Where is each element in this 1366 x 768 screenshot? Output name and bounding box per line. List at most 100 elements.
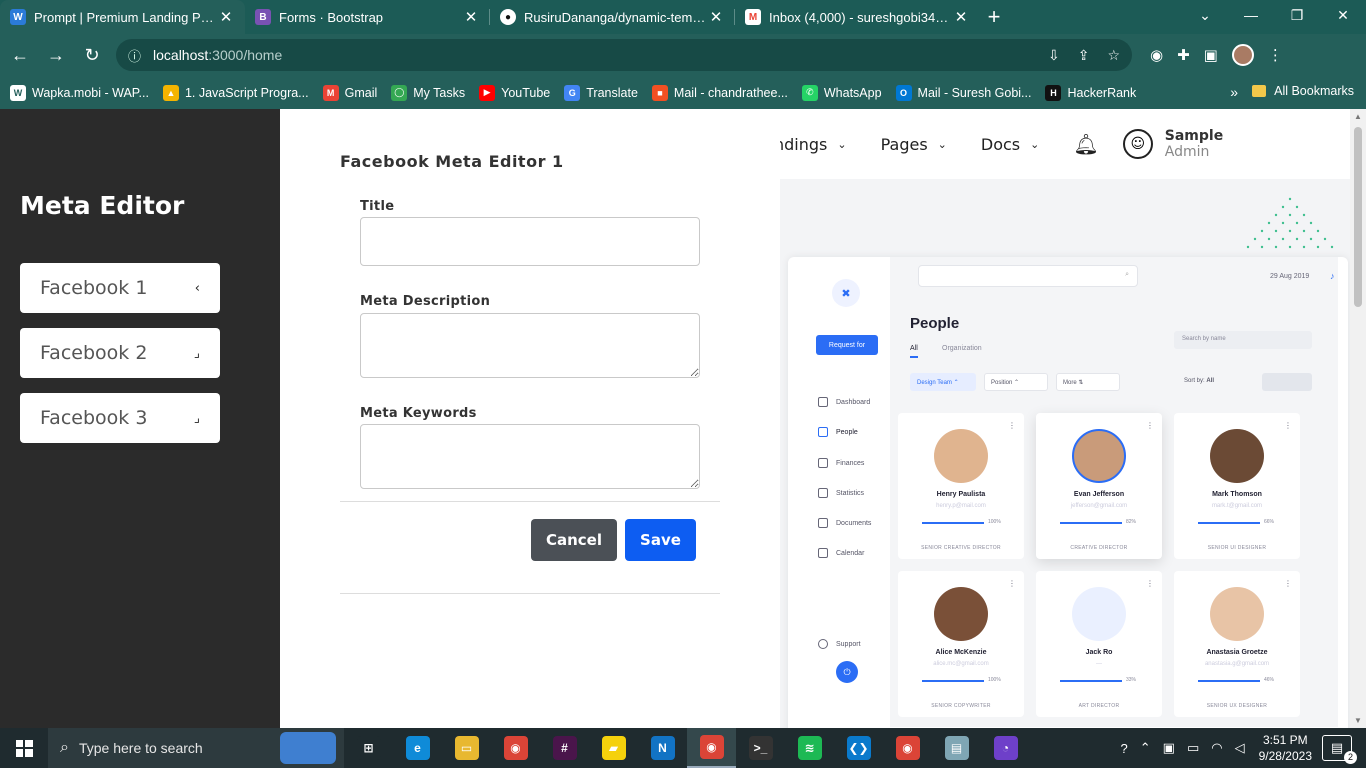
sidebar-item-label: Facebook 3 <box>40 407 148 429</box>
start-button[interactable] <box>0 728 48 768</box>
back-button[interactable]: ← <box>4 39 36 71</box>
puzzle-icon[interactable]: ✚ <box>1177 46 1190 64</box>
vertical-scrollbar[interactable]: ▲ ▼ <box>1350 109 1366 728</box>
person-percent: 82% <box>1126 519 1137 525</box>
taskbar-app-task-view[interactable]: ⊞ <box>344 728 393 768</box>
nav-pages[interactable]: Pages ⌄ <box>881 135 947 154</box>
bookmark-item[interactable]: ▶ YouTube <box>479 84 550 101</box>
scrollbar-thumb[interactable] <box>1354 127 1362 307</box>
close-window-button[interactable]: ✕ <box>1320 0 1366 30</box>
site-info-icon[interactable]: ⓘ <box>128 46 141 65</box>
taskbar-app-file-explorer[interactable]: ▭ <box>442 728 491 768</box>
dash-nav-label: People <box>836 428 858 436</box>
install-app-icon[interactable]: ⇩ <box>1048 47 1060 64</box>
save-button[interactable]: Save <box>625 519 696 561</box>
chevron-up-icon[interactable]: ⌃ <box>1140 740 1151 756</box>
bookmarks-overflow-button[interactable]: » <box>1230 84 1238 100</box>
minimize-button[interactable]: — <box>1228 0 1274 30</box>
bookmark-item[interactable]: ▲ 1. JavaScript Progra... <box>162 84 309 101</box>
windows-logo-icon <box>15 739 33 757</box>
decorative-dot <box>1260 245 1264 249</box>
taskbar-app-sticky-notes[interactable]: ▰ <box>589 728 638 768</box>
taskbar-app-chrome-active[interactable]: ◉ <box>687 728 736 768</box>
scroll-down-icon[interactable]: ▼ <box>1354 716 1362 725</box>
decorative-dot <box>1295 205 1299 209</box>
notification-center-button[interactable]: ▤ 2 <box>1322 735 1357 764</box>
clock-time: 3:51 PM <box>1262 733 1308 747</box>
help-icon[interactable]: ? <box>1121 741 1128 756</box>
maximize-button[interactable]: ❐ <box>1274 0 1320 30</box>
user-menu[interactable]: ☺ Sample Admin <box>1122 128 1223 160</box>
dash-search-by-name: Search by name <box>1174 331 1312 349</box>
profile-avatar[interactable] <box>1231 44 1254 66</box>
bookmark-item[interactable]: G Translate <box>564 84 638 101</box>
new-tab-button[interactable]: + <box>980 0 1008 34</box>
decorative-dot <box>1260 229 1264 233</box>
decorative-dot <box>1288 229 1292 233</box>
bookmark-item[interactable]: ✆ WhatsApp <box>801 84 882 101</box>
taskbar-search[interactable]: ⌕ Type here to search <box>48 728 344 768</box>
taskbar-app-terminal[interactable]: >_ <box>736 728 785 768</box>
taskbar-app-vscode[interactable]: ❮❯ <box>834 728 883 768</box>
bookmark-label: Gmail <box>344 85 378 100</box>
user-role: Admin <box>1164 144 1210 160</box>
browser-tab[interactable]: M Inbox (4,000) - sureshgobi34@g ✕ <box>735 0 980 34</box>
address-bar[interactable]: ⓘ localhost:3000/home ⇩ ⇪ ☆ <box>116 39 1132 71</box>
menu-icon[interactable]: ⋮ <box>1268 46 1283 64</box>
bell-icon[interactable]: 🔔︎ <box>1073 132 1098 156</box>
cancel-button[interactable]: Cancel <box>531 519 617 561</box>
url-host: localhost <box>153 47 209 63</box>
forward-button[interactable]: → <box>40 39 72 71</box>
bookmark-star-icon[interactable]: ☆ <box>1107 47 1120 64</box>
share-icon[interactable]: ⇪ <box>1078 47 1090 64</box>
browser-tab[interactable]: B Forms · Bootstrap ✕ <box>245 0 490 34</box>
bookmark-item[interactable]: M Gmail <box>322 84 378 101</box>
browser-tab[interactable]: ● RusiruDananga/dynamic-templa ✕ <box>490 0 735 34</box>
close-tab-icon[interactable]: ✕ <box>707 8 725 26</box>
more-vertical-icon: ⋮ <box>1008 421 1016 430</box>
bookmark-item[interactable]: H HackerRank <box>1045 84 1136 101</box>
nav-landings[interactable]: ndings ⌄ <box>780 135 847 154</box>
wifi-icon[interactable]: ◠ <box>1211 740 1222 756</box>
folder-icon <box>1252 85 1267 97</box>
clock[interactable]: 3:51 PM 9/28/2023 <box>1259 732 1312 764</box>
taskbar-app-github-desktop[interactable]: ◔ <box>981 728 1030 768</box>
camera-icon[interactable]: ▣ <box>1163 740 1175 756</box>
taskbar-app-edge[interactable]: e <box>393 728 442 768</box>
bookmark-item[interactable]: W Wapka.mobi - WAP... <box>10 84 149 101</box>
sidebar-item-facebook-1[interactable]: Facebook 1 ‹ <box>20 263 220 313</box>
side-panel-icon[interactable]: ▣ <box>1204 46 1218 64</box>
all-bookmarks-button[interactable]: All Bookmarks <box>1252 84 1354 98</box>
avatar <box>1072 587 1126 641</box>
close-tab-icon[interactable]: ✕ <box>952 8 970 26</box>
nav-docs[interactable]: Docs ⌄ <box>981 135 1039 154</box>
bookmark-item[interactable]: ■ Mail - chandrathee... <box>651 84 788 101</box>
sidebar-title: Meta Editor <box>20 191 185 220</box>
scroll-up-icon[interactable]: ▲ <box>1354 112 1362 121</box>
taskbar-app-spotify[interactable]: ≋ <box>785 728 834 768</box>
taskbar-app-slack[interactable]: # <box>540 728 589 768</box>
taskbar-app-notion[interactable]: N <box>638 728 687 768</box>
landing-page-background: ndings ⌄ Pages ⌄ Docs ⌄ 🔔︎ ☺ Sample Admin ✖… <box>780 109 1350 728</box>
taskbar-app-app[interactable]: ▤ <box>932 728 981 768</box>
extension-icon[interactable]: ◉ <box>1150 46 1163 64</box>
browser-tab[interactable]: W Prompt | Premium Landing Page ✕ <box>0 0 245 34</box>
taskbar-app-chrome-2[interactable]: ◉ <box>883 728 932 768</box>
close-tab-icon[interactable]: ✕ <box>462 8 480 26</box>
volume-icon[interactable]: ◁ <box>1235 740 1245 756</box>
meta-keywords-textarea[interactable] <box>360 424 700 489</box>
title-input[interactable] <box>360 217 700 266</box>
tab-search-icon[interactable]: ⌄ <box>1182 0 1228 30</box>
sidebar-item-facebook-3[interactable]: Facebook 3 ⌟ <box>20 393 220 443</box>
close-tab-icon[interactable]: ✕ <box>217 8 235 26</box>
dash-nav-label: Finances <box>836 459 865 467</box>
bookmark-item[interactable]: ◯ My Tasks <box>391 84 465 101</box>
bookmark-item[interactable]: O Mail - Suresh Gobi... <box>895 84 1031 101</box>
decorative-dot <box>1253 237 1257 241</box>
decorative-dot <box>1267 221 1271 225</box>
sidebar-item-facebook-2[interactable]: Facebook 2 ⌟ <box>20 328 220 378</box>
taskbar-app-chrome[interactable]: ◉ <box>491 728 540 768</box>
battery-icon[interactable]: ▭ <box>1187 740 1199 756</box>
reload-button[interactable]: ↻ <box>76 39 108 71</box>
meta-description-textarea[interactable] <box>360 313 700 378</box>
